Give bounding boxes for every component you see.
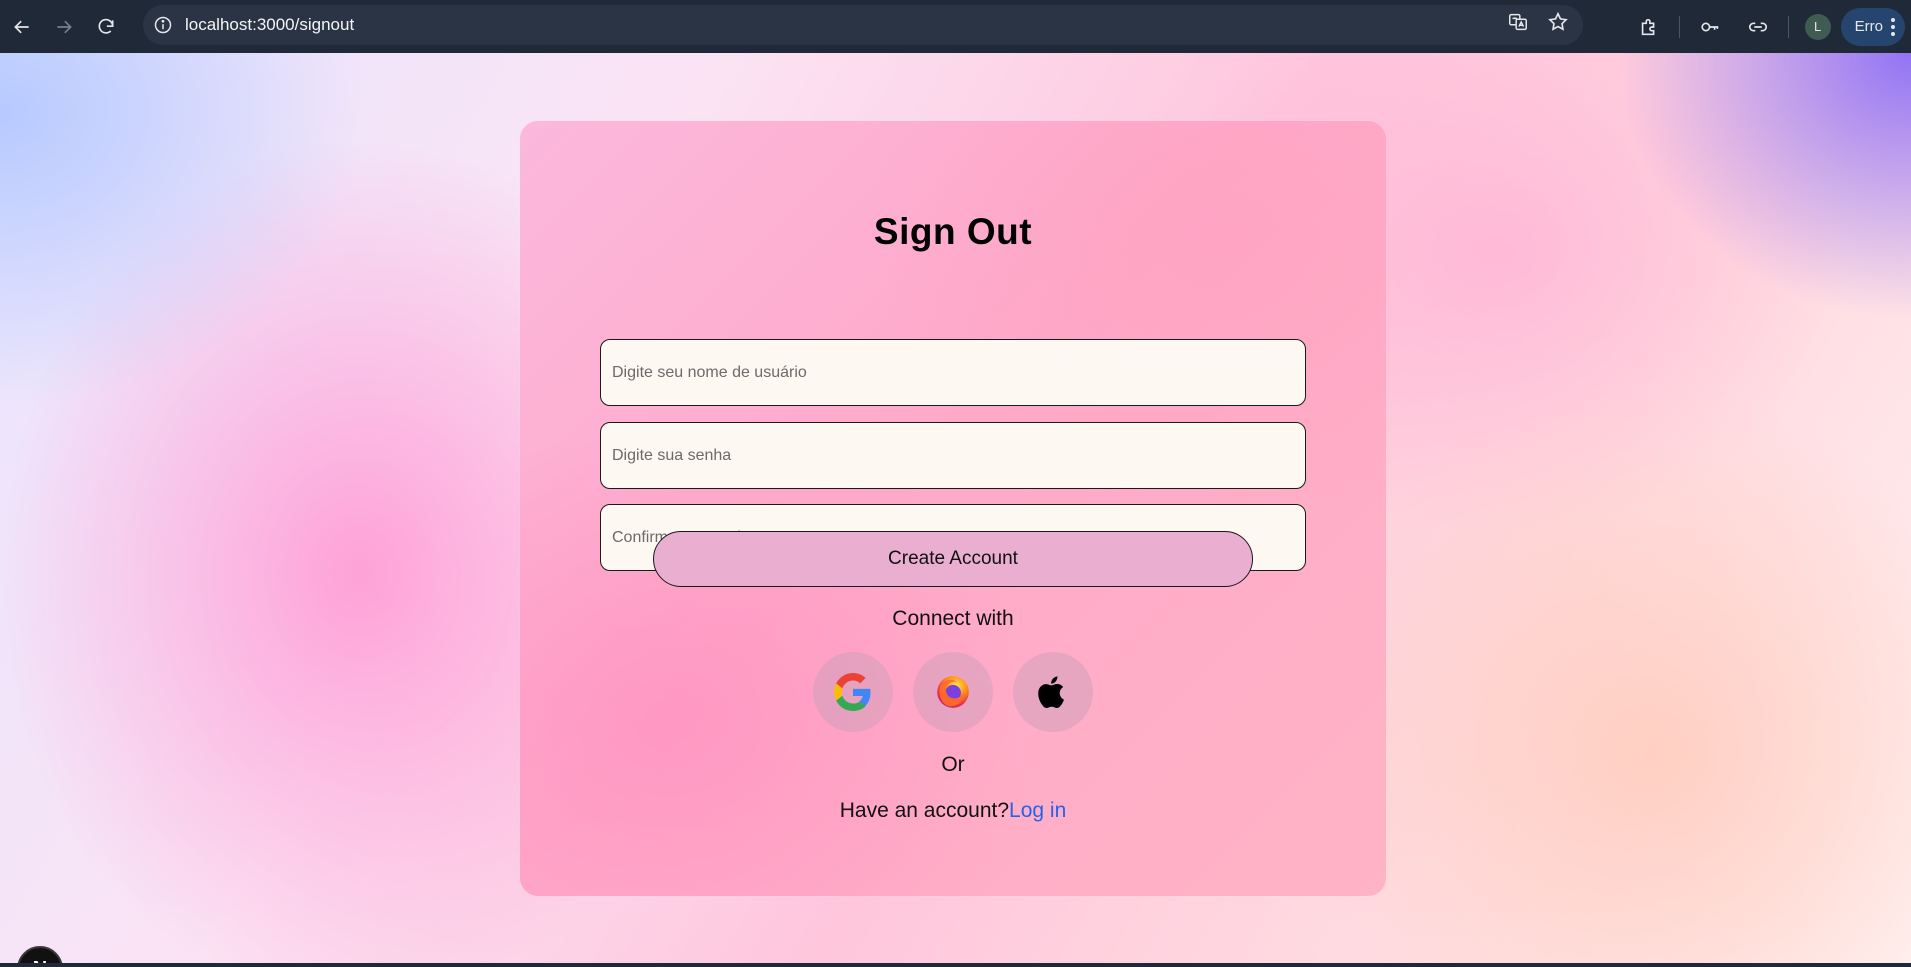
profile-avatar[interactable]: L	[1804, 13, 1831, 40]
apple-icon	[1038, 676, 1064, 708]
firefox-icon	[937, 676, 969, 708]
have-account-text: Have an account?	[839, 799, 1010, 822]
password-input[interactable]	[600, 422, 1306, 489]
bookmark-star-icon[interactable]	[1547, 11, 1569, 38]
connect-with-label: Connect with	[892, 607, 1014, 630]
password-key-icon[interactable]	[1686, 7, 1734, 47]
reload-icon	[98, 18, 114, 34]
browser-toolbar: localhost:3000/signout L Erro	[0, 0, 1911, 53]
translate-icon[interactable]	[1507, 11, 1529, 38]
extensions-icon[interactable]	[1625, 7, 1673, 47]
arrow-right-icon	[57, 20, 72, 33]
nextjs-dev-badge[interactable]: N	[17, 946, 63, 963]
signup-card: Sign Out Create Account Connect with	[520, 121, 1386, 896]
link-icon[interactable]	[1734, 7, 1782, 47]
google-login-button[interactable]	[813, 652, 893, 732]
profile-error-button[interactable]: Erro	[1840, 7, 1905, 46]
back-button[interactable]	[2, 7, 42, 47]
firefox-login-button[interactable]	[913, 652, 993, 732]
kebab-menu-icon	[1891, 17, 1895, 36]
username-input[interactable]	[600, 339, 1306, 406]
create-account-button[interactable]: Create Account	[653, 531, 1253, 587]
reload-button[interactable]	[86, 7, 126, 47]
address-bar[interactable]: localhost:3000/signout	[143, 5, 1583, 45]
url-text[interactable]: localhost:3000/signout	[185, 15, 354, 35]
forward-button[interactable]	[44, 7, 84, 47]
site-info-icon[interactable]	[149, 11, 177, 39]
login-link[interactable]: Log in	[1009, 799, 1066, 822]
or-separator: Or	[941, 753, 965, 776]
have-account-line: Have an account?Log in	[520, 799, 1386, 823]
google-icon	[834, 673, 871, 711]
social-login-row	[813, 652, 1093, 732]
bottom-border	[0, 963, 1911, 967]
apple-login-button[interactable]	[1013, 652, 1093, 732]
arrow-left-icon	[14, 20, 29, 33]
page-background: Sign Out Create Account Connect with	[0, 53, 1911, 963]
profile-error-label: Erro	[1854, 18, 1883, 35]
page-title: Sign Out	[873, 211, 1033, 252]
